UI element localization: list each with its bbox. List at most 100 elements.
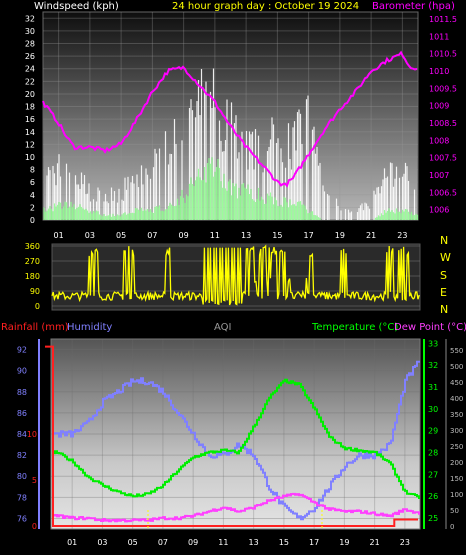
aqi-tick-label: 250 (450, 443, 463, 451)
x-tick-label: 07 (158, 538, 168, 547)
windspeed-tick-label: 28 (25, 40, 35, 49)
windspeed-tick-label: 26 (25, 52, 35, 61)
x-tick-label: 17 (309, 538, 319, 547)
aqi-tick-label: 550 (450, 347, 463, 355)
rainfall-tick-label: 0 (32, 522, 37, 531)
aqi-tick-label: 350 (450, 411, 463, 419)
barometer-tick-label: 1009 (429, 102, 449, 111)
aqi-axis-title: AQI (214, 322, 232, 333)
x-ticks-wind: 01 03 05 07 09 11 13 15 17 19 21 23 (54, 231, 408, 240)
aqi-tick-label: 300 (450, 427, 463, 435)
windspeed-tick-label: 6 (30, 178, 35, 187)
aqi-tick-label: 450 (450, 379, 463, 387)
aqi-tick-label: 150 (450, 475, 463, 483)
temperature-tick-label: 28 (428, 449, 438, 458)
x-tick-label: 05 (116, 231, 126, 240)
aqi-tick-label: 200 (450, 459, 463, 467)
aqi-tick-label: 0 (450, 523, 454, 531)
barometer-tick-label: 1011 (429, 32, 449, 41)
x-tick-label: 13 (249, 538, 259, 547)
windspeed-tick-label: 16 (25, 115, 35, 124)
temperature-tick-label: 26 (428, 492, 438, 501)
x-tick-label: 07 (147, 231, 157, 240)
temperature-ticks: 25 26 27 28 29 30 31 32 33 (428, 339, 438, 523)
temperature-tick-label: 30 (428, 405, 438, 414)
x-ticks-temp: 01 03 05 07 09 11 13 15 17 19 21 23 (67, 538, 410, 547)
windspeed-tick-label: 18 (25, 103, 35, 112)
temperature-tick-label: 33 (428, 339, 438, 348)
windspeed-ticks: 02468101214161820222426283032 (25, 14, 35, 225)
aqi-tick-label: 100 (450, 491, 463, 499)
barometer-tick-label: 1010 (429, 67, 449, 76)
x-tick-label: 03 (97, 538, 107, 547)
humidity-axis-title: Humidity (67, 322, 112, 333)
x-tick-label: 09 (179, 231, 189, 240)
direction-tick-label: 90 (30, 287, 40, 296)
x-tick-label: 03 (85, 231, 95, 240)
windspeed-tick-label: 4 (30, 191, 35, 200)
weather-graphs: 02468101214161820222426283032 10061006.5… (1, 1, 466, 547)
barometer-tick-label: 1006 (429, 206, 449, 215)
x-tick-label: 13 (241, 231, 251, 240)
x-tick-label: 19 (339, 538, 349, 547)
x-tick-label: 05 (128, 538, 138, 547)
x-tick-label: 17 (304, 231, 314, 240)
humidity-ticks: 76 78 80 82 84 86 88 90 92 (17, 346, 27, 524)
direction-tick-label: 180 (25, 272, 40, 281)
barometer-axis-title: Barometer (hpa) (372, 1, 455, 12)
windspeed-tick-label: 22 (25, 77, 35, 86)
windspeed-tick-label: 2 (30, 203, 35, 212)
barometer-tick-label: 1009.5 (429, 84, 457, 93)
direction-ticks: 360 270 180 90 0 (25, 242, 40, 311)
rainfall-tick-label: 5 (32, 476, 37, 485)
x-tick-label: 19 (335, 231, 345, 240)
barometer-tick-label: 1007 (429, 171, 449, 180)
temperature-tick-label: 27 (428, 470, 438, 479)
aqi-ticks: 0 50 100 150 200 250 300 350 400 450 500 550 (450, 347, 463, 531)
wind-barometer-panel: 02468101214161820222426283032 10061006.5… (25, 1, 457, 240)
direction-tick-label: 270 (25, 257, 40, 266)
barometer-tick-label: 1008.5 (429, 119, 457, 128)
x-tick-label: 23 (400, 538, 410, 547)
rainfall-axis-title: Rainfall (mm) (1, 322, 69, 333)
windspeed-tick-label: 24 (25, 65, 35, 74)
x-tick-label: 23 (397, 231, 407, 240)
humidity-tick-label: 92 (17, 346, 27, 355)
wind-direction-panel: 360270180900 NWSEN (25, 234, 451, 316)
aqi-tick-label: 50 (450, 507, 459, 515)
chart-title: 24 hour graph day : October 19 2024 (172, 1, 359, 12)
direction-tick-label: 0 (35, 302, 40, 311)
compass-labels: NWSEN (440, 234, 451, 316)
x-tick-label: 15 (272, 231, 282, 240)
humidity-tick-label: 76 (17, 514, 27, 523)
compass-label: S (440, 269, 447, 282)
temperature-tick-label: 32 (428, 361, 438, 370)
x-tick-label: 01 (67, 538, 77, 547)
barometer-tick-label: 1007.5 (429, 154, 457, 163)
humidity-tick-label: 78 (17, 493, 27, 502)
compass-label: W (440, 251, 451, 264)
humidity-tick-label: 80 (17, 472, 27, 481)
barometer-tick-label: 1008 (429, 136, 449, 145)
temperature-tick-label: 31 (428, 383, 438, 392)
temperature-tick-label: 29 (428, 427, 438, 436)
humidity-tick-label: 82 (17, 451, 27, 460)
windspeed-tick-label: 12 (25, 140, 35, 149)
humidity-tick-label: 88 (17, 388, 27, 397)
humidity-tick-label: 84 (17, 430, 27, 439)
windspeed-tick-label: 14 (25, 128, 35, 137)
windspeed-tick-label: 8 (30, 166, 35, 175)
barometer-ticks: 1006 1006.5 1007 1007.5 1008 1008.5 1009 1009.5… (429, 15, 457, 215)
temp-humidity-panel: Rainfall (mm) Humidity AQI Temperature (… (1, 322, 466, 547)
compass-label: N (440, 234, 448, 247)
aqi-tick-label: 400 (450, 395, 463, 403)
direction-tick-label: 360 (25, 242, 40, 251)
dewpoint-axis-title: Dew Point (°C) (394, 322, 466, 333)
rainfall-tick-label: 10 (27, 430, 37, 439)
x-tick-label: 11 (218, 538, 228, 547)
windspeed-tick-label: 32 (25, 14, 35, 23)
windspeed-tick-label: 20 (25, 90, 35, 99)
barometer-tick-label: 1006.5 (429, 188, 457, 197)
windspeed-tick-label: 10 (25, 153, 35, 162)
compass-label: E (440, 286, 447, 299)
